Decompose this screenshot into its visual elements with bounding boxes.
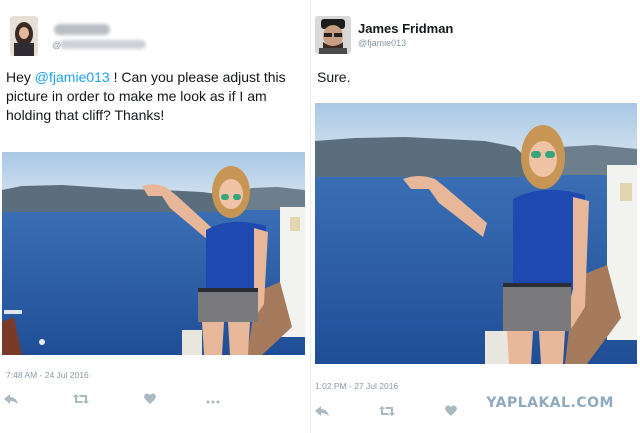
reply-icon[interactable]	[315, 405, 329, 418]
like-icon[interactable]	[144, 393, 156, 406]
user-avatar[interactable]	[315, 16, 351, 54]
tweet-text: Sure.	[317, 69, 351, 85]
watermark: YAPLAKAL.COM	[486, 395, 614, 411]
author-name[interactable]: James Fridman	[358, 21, 453, 36]
retweet-icon[interactable]	[379, 405, 395, 418]
author-handle[interactable]: @fjamie013	[358, 38, 406, 48]
mention-link[interactable]: @fjamie013	[35, 69, 110, 85]
right-tweet: James Fridman @fjamie013 Sure. 1:02 PM -…	[310, 0, 640, 433]
like-icon[interactable]	[445, 405, 457, 418]
tweet-text: Hey @fjamie013 ! Can you please adjust t…	[6, 69, 286, 123]
user-avatar[interactable]	[10, 16, 38, 56]
left-tweet: @ Hey @fjamie013 ! Can you please adjust…	[0, 0, 310, 433]
tweet-timestamp[interactable]: 7:48 AM - 24 Jul 2016	[6, 370, 89, 380]
tweet-photo[interactable]	[2, 152, 305, 355]
retweet-icon[interactable]	[73, 393, 89, 406]
reply-icon[interactable]	[4, 393, 18, 406]
tweet-photo[interactable]	[315, 103, 637, 364]
tweet-actions	[4, 393, 220, 406]
more-icon[interactable]	[206, 394, 220, 406]
redacted-name	[54, 24, 110, 35]
redacted-handle	[60, 40, 146, 49]
tweet-actions	[315, 405, 485, 418]
tweet-timestamp[interactable]: 1:02 PM - 27 Jul 2016	[315, 381, 398, 391]
